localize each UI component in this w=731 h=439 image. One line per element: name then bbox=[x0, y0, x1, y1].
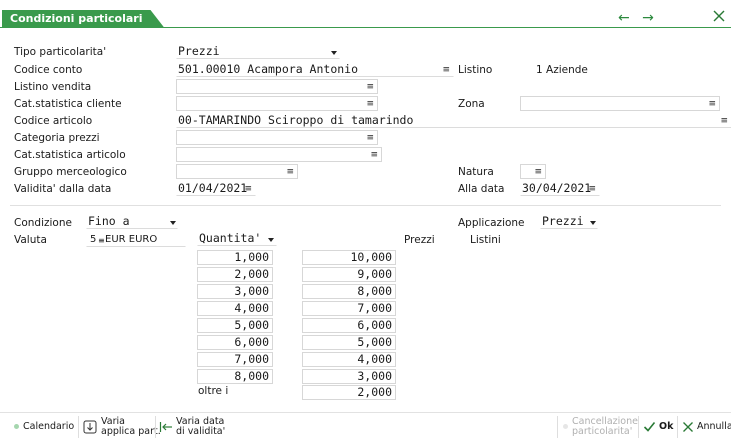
varia-data-button[interactable]: Varia data di validita' bbox=[159, 413, 225, 439]
checkmark-icon bbox=[643, 421, 656, 432]
listino-value: 1 Aziende bbox=[536, 64, 588, 76]
price-field[interactable]: 10,000 bbox=[302, 250, 396, 265]
chevron-down-icon bbox=[170, 221, 176, 225]
title-bar: Condizioni particolari ← → bbox=[0, 0, 731, 28]
qty-field[interactable]: 5,000 bbox=[197, 318, 273, 333]
dot-icon bbox=[563, 424, 568, 429]
list-icon: ≡ bbox=[366, 99, 374, 109]
applicazione-select[interactable]: Prezzi bbox=[540, 214, 598, 229]
listino-label: Listino bbox=[458, 64, 493, 76]
condizione-select[interactable]: Fino a bbox=[86, 214, 178, 229]
close-icon[interactable] bbox=[711, 8, 727, 24]
list-icon: ≡ bbox=[534, 167, 542, 177]
title-underline bbox=[0, 27, 731, 28]
download-box-icon bbox=[83, 420, 97, 433]
codice-conto-field[interactable]: 501.00010 Acampora Antonio ≡ bbox=[176, 62, 454, 77]
alla-data-label: Alla data bbox=[458, 183, 505, 195]
alla-data-field[interactable]: 30/04/2021 ≡ bbox=[520, 181, 600, 196]
listino-vendita-field[interactable]: ≡ bbox=[176, 79, 378, 94]
cancellazione-button[interactable]: Cancellazione particolarita' bbox=[563, 413, 638, 439]
close-icon bbox=[683, 421, 693, 432]
price-field[interactable]: 6,000 bbox=[302, 318, 396, 333]
chevron-down-icon bbox=[331, 51, 337, 55]
ok-button[interactable]: Ok bbox=[643, 413, 673, 439]
list-icon: ≡ bbox=[370, 150, 378, 160]
codice-conto-label: Codice conto bbox=[14, 64, 83, 76]
price-field[interactable]: 7,000 bbox=[302, 301, 396, 316]
price-field[interactable]: 8,000 bbox=[302, 284, 396, 299]
validita-date-field[interactable]: 01/04/2021 ≡ bbox=[176, 181, 256, 196]
calendar-dot-icon bbox=[14, 424, 19, 429]
window-title: Condizioni particolari bbox=[2, 10, 164, 28]
condizione-label: Condizione bbox=[14, 217, 72, 229]
annulla-button[interactable]: Annulla bbox=[682, 413, 731, 439]
list-icon: ≡ bbox=[366, 133, 374, 143]
calendario-button[interactable]: Calendario bbox=[14, 413, 74, 439]
prezzi-header: Prezzi bbox=[404, 234, 435, 246]
calendar-list-icon: ≡ bbox=[588, 184, 596, 194]
cat-cliente-label: Cat.statistica cliente bbox=[14, 98, 122, 110]
zona-field[interactable]: ≡ bbox=[520, 96, 720, 111]
qty-field[interactable]: 1,000 bbox=[197, 250, 273, 265]
list-icon: ≡ bbox=[442, 65, 450, 75]
section-divider bbox=[10, 205, 721, 206]
tipo-select[interactable]: Prezzi bbox=[176, 44, 340, 59]
gruppo-label: Gruppo merceologico bbox=[14, 166, 127, 178]
list-icon: ≡ bbox=[708, 99, 716, 109]
zona-label: Zona bbox=[458, 98, 485, 110]
price-field[interactable]: 4,000 bbox=[302, 352, 396, 367]
bottom-toolbar: Calendario Varia applica part. Varia dat… bbox=[0, 412, 731, 439]
qty-field[interactable]: 7,000 bbox=[197, 352, 273, 367]
toolbar-divider bbox=[557, 416, 558, 438]
list-icon: ≡ bbox=[286, 167, 294, 177]
price-field[interactable]: 3,000 bbox=[302, 369, 396, 384]
arrow-left-bar-icon bbox=[159, 421, 172, 432]
valuta-label: Valuta bbox=[14, 234, 47, 246]
applicazione-label: Applicazione bbox=[458, 217, 525, 229]
navigation-arrows[interactable]: ← → bbox=[618, 10, 658, 26]
list-icon: ≡ bbox=[366, 82, 374, 92]
oltre-price-field[interactable]: 2,000 bbox=[302, 385, 396, 400]
chevron-down-icon bbox=[268, 238, 274, 242]
cat-cliente-field[interactable]: ≡ bbox=[176, 96, 378, 111]
tipo-label: Tipo particolarita' bbox=[14, 46, 107, 58]
gruppo-field[interactable]: ≡ bbox=[176, 164, 298, 179]
chevron-down-icon bbox=[590, 221, 596, 225]
toolbar-divider bbox=[78, 416, 79, 438]
natura-label: Natura bbox=[458, 166, 494, 178]
qty-field[interactable]: 8,000 bbox=[197, 369, 273, 384]
qty-field[interactable]: 3,000 bbox=[197, 284, 273, 299]
valuta-field[interactable]: 5 ≡ EUR EURO bbox=[86, 232, 186, 247]
listini-header: Listini bbox=[470, 234, 501, 246]
qty-field[interactable]: 2,000 bbox=[197, 267, 273, 282]
codice-articolo-label: Codice articolo bbox=[14, 115, 93, 127]
varia-applica-label: Varia applica part. bbox=[101, 415, 161, 437]
cat-articolo-field[interactable]: ≡ bbox=[176, 147, 382, 162]
toolbar-divider bbox=[677, 416, 678, 438]
categoria-prezzi-label: Categoria prezzi bbox=[14, 132, 100, 144]
toolbar-divider bbox=[155, 416, 156, 438]
price-field[interactable]: 5,000 bbox=[302, 335, 396, 350]
codice-articolo-field[interactable]: 00-TAMARINDO Sciroppo di tamarindo ≡ bbox=[176, 113, 731, 128]
price-field[interactable]: 9,000 bbox=[302, 267, 396, 282]
cancellazione-label: Cancellazione particolarita' bbox=[572, 415, 638, 437]
list-icon: ≡ bbox=[720, 116, 728, 126]
natura-field[interactable]: ≡ bbox=[520, 164, 546, 179]
cat-articolo-label: Cat.statistica articolo bbox=[14, 149, 126, 161]
quantita-select[interactable]: Quantita' bbox=[197, 231, 277, 246]
validita-label: Validita' dalla data bbox=[14, 183, 112, 195]
varia-data-label: Varia data di validita' bbox=[176, 415, 226, 437]
qty-field[interactable]: 6,000 bbox=[197, 335, 273, 350]
categoria-prezzi-field[interactable]: ≡ bbox=[176, 130, 378, 145]
varia-applica-button[interactable]: Varia applica part. bbox=[83, 413, 161, 439]
calendar-list-icon: ≡ bbox=[244, 184, 252, 194]
oltre-label: oltre i bbox=[198, 385, 229, 397]
listino-vendita-label: Listino vendita bbox=[14, 81, 92, 93]
qty-field[interactable]: 4,000 bbox=[197, 301, 273, 316]
toolbar-divider bbox=[638, 416, 639, 438]
